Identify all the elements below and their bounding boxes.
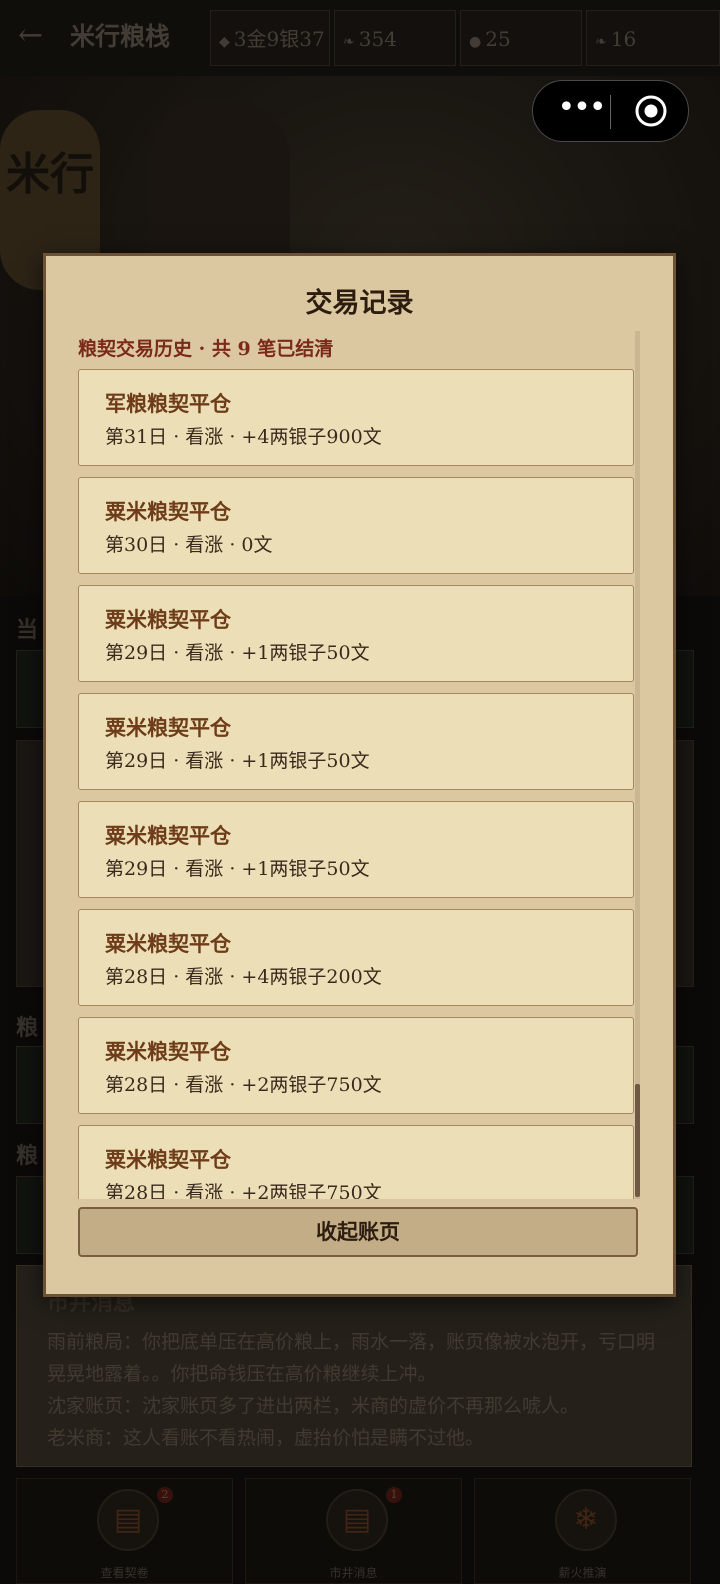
list-item: 粟米粮契平仓 第28日 · 看涨 · +4两银子200文 [78, 909, 634, 1006]
record-detail: 第28日 · 看涨 · +2两银子750文 [105, 1182, 382, 1199]
list-item: 粟米粮契平仓 第28日 · 看涨 · +2两银子750文 [78, 1017, 634, 1114]
trade-record-list[interactable]: 军粮粮契平仓 第31日 · 看涨 · +4两银子900文 粟米粮契平仓 第30日… [78, 369, 636, 1199]
more-dots-icon[interactable]: ••• [551, 81, 611, 141]
record-name: 粟米粮契平仓 [105, 499, 231, 524]
record-name: 粟米粮契平仓 [105, 1147, 231, 1172]
list-item: 粟米粮契平仓 第29日 · 看涨 · +1两银子50文 [78, 801, 634, 898]
list-item: 军粮粮契平仓 第31日 · 看涨 · +4两银子900文 [78, 369, 634, 466]
record-name: 粟米粮契平仓 [105, 715, 231, 740]
record-name: 粟米粮契平仓 [105, 931, 231, 956]
record-detail: 第29日 · 看涨 · +1两银子50文 [105, 750, 370, 772]
record-name: 军粮粮契平仓 [105, 391, 231, 416]
list-item: 粟米粮契平仓 第29日 · 看涨 · +1两银子50文 [78, 585, 634, 682]
record-name: 粟米粮契平仓 [105, 607, 231, 632]
record-detail: 第28日 · 看涨 · +4两银子200文 [105, 966, 382, 988]
record-detail: 第28日 · 看涨 · +2两银子750文 [105, 1074, 382, 1096]
capsule-divider [610, 95, 611, 129]
record-detail: 第29日 · 看涨 · +1两银子50文 [105, 642, 370, 664]
list-item: 粟米粮契平仓 第30日 · 看涨 · 0文 [78, 477, 634, 574]
record-detail: 第31日 · 看涨 · +4两银子900文 [105, 426, 382, 448]
record-name: 粟米粮契平仓 [105, 1039, 231, 1064]
list-item: 粟米粮契平仓 第28日 · 看涨 · +2两银子750文 [78, 1125, 634, 1199]
list-item: 粟米粮契平仓 第29日 · 看涨 · +1两银子50文 [78, 693, 634, 790]
miniprogram-capsule: ••• [532, 80, 689, 142]
collapse-ledger-button[interactable]: 收起账页 [78, 1207, 638, 1257]
dialog-subtitle: 粮契交易历史 · 共 9 笔已结清 [78, 338, 334, 360]
record-name: 粟米粮契平仓 [105, 823, 231, 848]
trade-record-dialog: 交易记录 粮契交易历史 · 共 9 笔已结清 军粮粮契平仓 第31日 · 看涨 … [43, 253, 676, 1297]
scrollbar-thumb[interactable] [635, 1084, 640, 1197]
scrollbar-track[interactable] [635, 331, 640, 1199]
dialog-title: 交易记录 [305, 288, 414, 319]
record-circle-icon[interactable] [633, 93, 669, 129]
record-detail: 第29日 · 看涨 · +1两银子50文 [105, 858, 370, 880]
record-detail: 第30日 · 看涨 · 0文 [105, 534, 273, 556]
